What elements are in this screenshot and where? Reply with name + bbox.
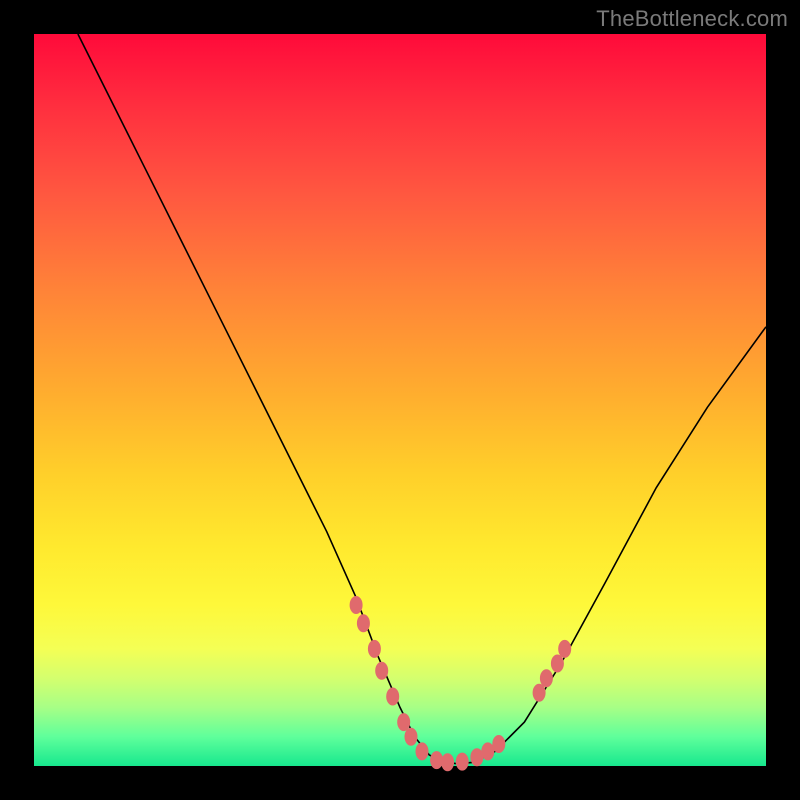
chart-svg: [34, 34, 766, 766]
bottleneck-curve: [78, 34, 766, 764]
scatter-dots: [350, 596, 572, 771]
data-dot: [558, 640, 571, 658]
data-dot: [456, 753, 469, 771]
data-dot: [368, 640, 381, 658]
data-dot: [375, 662, 388, 680]
data-dot: [441, 753, 454, 771]
chart-root: { "watermark": "TheBottleneck.com", "col…: [0, 0, 800, 800]
data-dot: [386, 688, 399, 706]
watermark-text: TheBottleneck.com: [596, 6, 788, 32]
data-dot: [416, 742, 429, 760]
data-dot: [533, 684, 546, 702]
data-dot: [357, 614, 370, 632]
data-dot: [350, 596, 363, 614]
data-dot: [405, 728, 418, 746]
plot-area: [34, 34, 766, 766]
data-dot: [397, 713, 410, 731]
data-dot: [551, 655, 564, 673]
data-dot: [540, 669, 553, 687]
data-dot: [430, 751, 443, 769]
data-dot: [492, 735, 505, 753]
